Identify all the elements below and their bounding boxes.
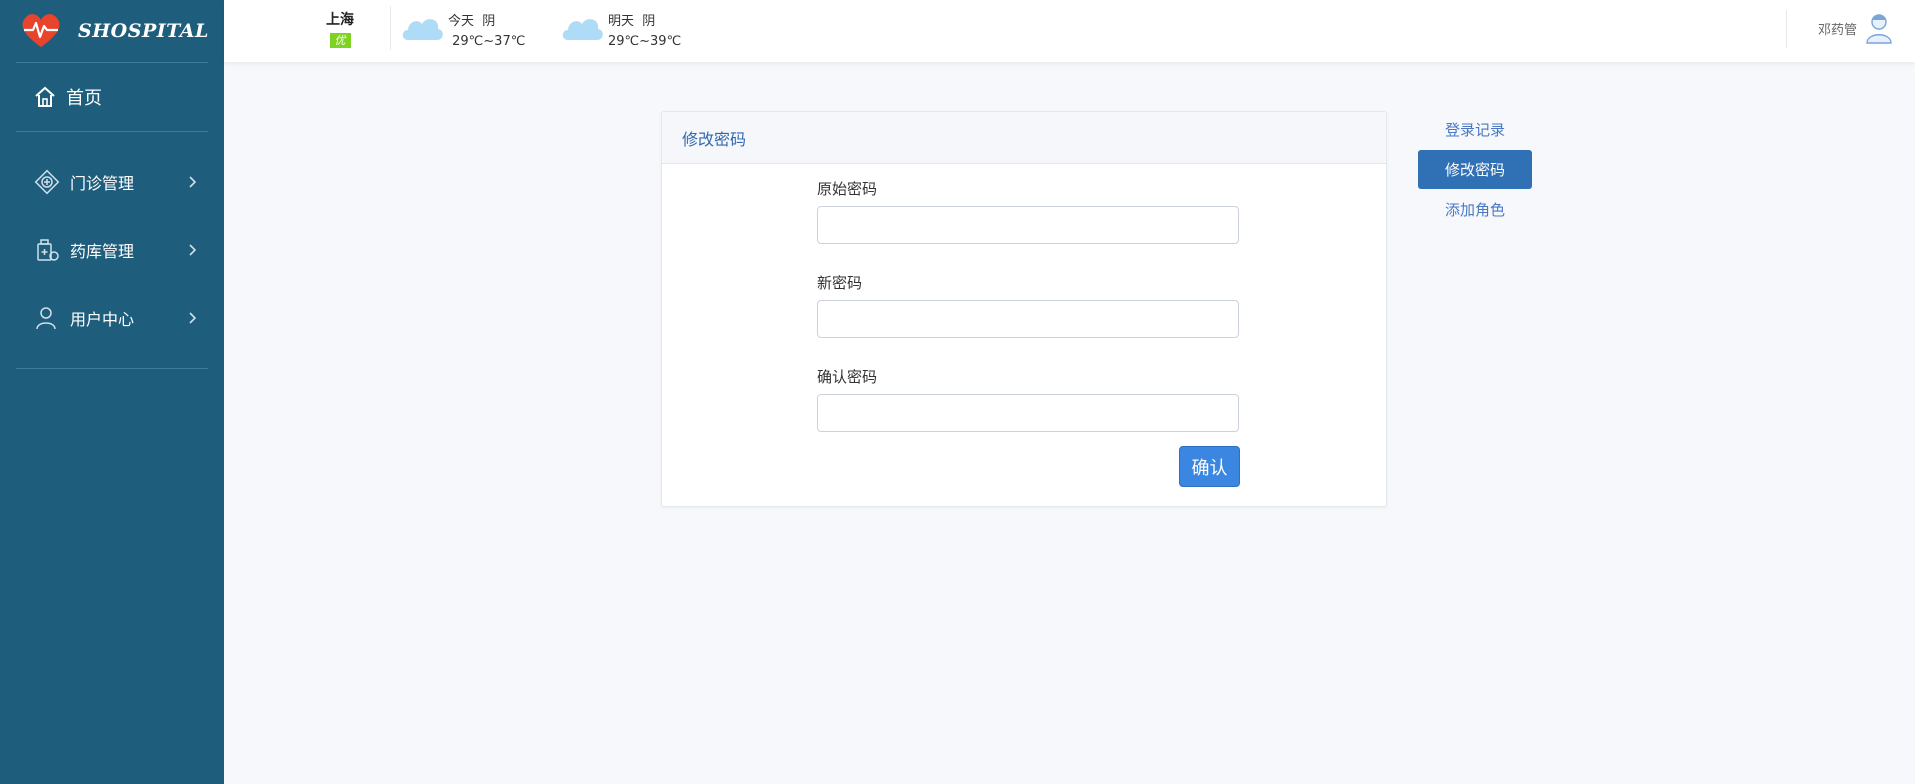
- nav-login-records[interactable]: 登录记录: [1418, 117, 1532, 141]
- weather-today: 今天 阴 29℃~37℃: [400, 12, 525, 52]
- pharmacy-icon: [37, 239, 59, 261]
- aqi-badge: 优: [329, 33, 351, 48]
- sidebar-item-label: 用户中心: [70, 310, 135, 329]
- sidebar-item-label: 药库管理: [70, 242, 135, 261]
- sidebar-divider: [16, 368, 208, 369]
- sidebar: SHOSPITAL 首页 门诊管理 药库管理 用户中心: [0, 0, 224, 784]
- sidebar-item-label: 首页: [66, 88, 102, 109]
- cloud-icon: [562, 19, 603, 40]
- sidebar-item-clinic[interactable]: 门诊管理: [0, 148, 224, 216]
- user-name: 邓药管: [1817, 22, 1857, 38]
- nav-add-role[interactable]: 添加角色: [1418, 197, 1532, 221]
- change-password-form: 原始密码 新密码 确认密码: [817, 178, 1241, 432]
- user-icon: [36, 307, 56, 330]
- tomorrow-temp: 29℃~39℃: [608, 34, 682, 49]
- clinic-icon: [34, 169, 60, 195]
- chevron-right-icon: [189, 244, 196, 256]
- tomorrow-label: 明天: [608, 14, 635, 29]
- weather-city: 上海 优: [320, 9, 360, 48]
- logo-text: SHOSPITAL: [78, 20, 209, 42]
- divider: [1786, 10, 1787, 48]
- city-name: 上海: [326, 12, 354, 28]
- sidebar-item-user-center[interactable]: 用户中心: [0, 284, 224, 352]
- new-password-input[interactable]: [817, 300, 1239, 338]
- logo[interactable]: SHOSPITAL: [0, 0, 224, 62]
- heart-pulse-icon: [22, 14, 60, 47]
- today-condition: 阴: [482, 14, 496, 29]
- chevron-right-icon: [189, 176, 196, 188]
- change-password-card: 修改密码 原始密码 新密码 确认密码 确认: [661, 111, 1387, 507]
- account-nav: 登录记录 修改密码 添加角色: [1418, 117, 1532, 221]
- today-temp: 29℃~37℃: [452, 34, 526, 49]
- sidebar-item-label: 门诊管理: [70, 174, 135, 193]
- home-icon: [35, 86, 55, 107]
- avatar: [1866, 14, 1892, 44]
- today-label: 今天: [448, 14, 475, 29]
- original-password-input[interactable]: [817, 206, 1239, 244]
- sidebar-item-pharmacy[interactable]: 药库管理: [0, 216, 224, 284]
- top-bar: 上海 优 今天 阴 29℃~37℃ 明天 阴 29℃~39℃ 邓药管: [224, 0, 1915, 62]
- cloud-icon: [402, 19, 443, 40]
- original-password-label: 原始密码: [817, 180, 878, 198]
- user-menu[interactable]: 邓药管: [1818, 12, 1893, 44]
- confirm-password-label: 确认密码: [817, 368, 878, 386]
- weather-tomorrow: 明天 阴 29℃~39℃: [560, 12, 681, 52]
- confirm-password-input[interactable]: [817, 394, 1239, 432]
- nav-change-password[interactable]: 修改密码: [1418, 150, 1532, 189]
- tomorrow-condition: 阴: [642, 14, 656, 29]
- sidebar-menu: 门诊管理 药库管理 用户中心: [0, 132, 224, 368]
- chevron-right-icon: [189, 312, 196, 324]
- confirm-button[interactable]: 确认: [1179, 446, 1240, 487]
- card-title: 修改密码: [662, 112, 1386, 164]
- divider: [390, 6, 391, 50]
- new-password-label: 新密码: [817, 274, 863, 292]
- sidebar-item-home[interactable]: 首页: [0, 63, 224, 131]
